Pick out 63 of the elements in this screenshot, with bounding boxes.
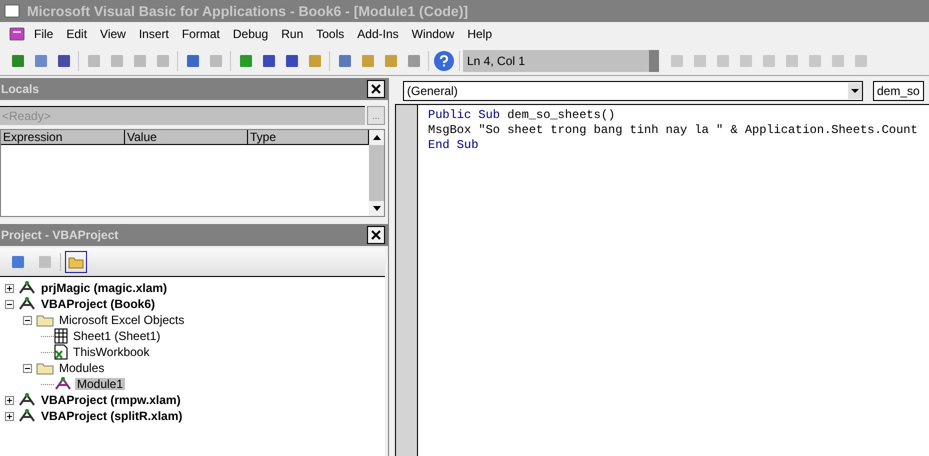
column-header[interactable]: Value <box>125 130 248 145</box>
tree-item[interactable]: Microsoft Excel Objects <box>57 314 186 326</box>
menu-item[interactable]: Help <box>462 24 497 44</box>
scrollbar[interactable] <box>369 130 384 216</box>
column-header[interactable]: Expression <box>1 130 125 145</box>
code-line: Public Sub dem_so_sheets() <box>428 108 616 123</box>
menu-item[interactable]: Run <box>276 24 308 44</box>
tree-item[interactable]: Modules <box>57 362 106 374</box>
component-icon <box>18 392 36 408</box>
close-icon <box>371 230 381 240</box>
menu-item[interactable]: Debug <box>228 24 274 44</box>
up-arrow-icon[interactable] <box>372 135 380 140</box>
collapse-toggle[interactable] <box>23 364 32 372</box>
expand-toggle[interactable] <box>5 284 14 292</box>
expand-toggle[interactable] <box>5 396 14 404</box>
menu-item[interactable]: Tools <box>311 24 350 44</box>
menu-item[interactable]: File <box>29 24 58 44</box>
down-arrow-icon[interactable] <box>372 206 380 211</box>
worksheet-icon <box>54 328 68 344</box>
close-button[interactable] <box>367 226 385 244</box>
close-icon <box>371 84 381 94</box>
component-icon <box>54 376 72 392</box>
menu-item[interactable]: View <box>95 24 131 44</box>
close-button[interactable] <box>367 80 385 98</box>
menu-item[interactable]: Add-Ins <box>352 24 404 44</box>
browse-button[interactable]: ... <box>367 106 385 124</box>
tree-item[interactable]: VBAProject (Book6) <box>39 298 158 310</box>
code-line: MsgBox "So sheet trong bang tinh nay la " & Application.Sheets.Count <box>428 123 918 138</box>
component-icon <box>18 296 36 312</box>
help-button[interactable] <box>434 50 454 70</box>
plus-icon <box>6 412 13 420</box>
tree-item[interactable]: Sheet1 (Sheet1) <box>71 330 162 342</box>
object-dropdown[interactable]: (General) <box>403 81 863 101</box>
folder-icon <box>36 361 54 375</box>
plus-icon <box>6 284 13 292</box>
tree-item[interactable]: Module1 <box>75 378 126 390</box>
tree-item[interactable]: VBAProject (rmpw.xlam) <box>39 394 183 406</box>
collapse-toggle[interactable] <box>23 316 32 324</box>
panel-title: Locals <box>0 81 40 98</box>
panel-title: Project - VBAProject <box>0 227 118 244</box>
folder-icon <box>68 256 84 268</box>
folder-icon <box>36 313 54 327</box>
workbook-icon <box>54 344 68 360</box>
cursor-position: Ln 4, Col 1 <box>463 50 649 72</box>
code-line: End Sub <box>428 138 480 153</box>
component-icon <box>18 280 36 296</box>
procedure-dropdown[interactable]: dem_so <box>873 81 924 101</box>
tree-item[interactable]: VBAProject (splitR.xlam) <box>39 410 184 422</box>
plus-icon <box>6 396 13 404</box>
collapse-toggle[interactable] <box>5 300 14 308</box>
component-icon <box>18 408 36 424</box>
menu-item[interactable]: Insert <box>134 24 174 44</box>
toggle-folders-button[interactable] <box>65 251 87 273</box>
expand-toggle[interactable] <box>5 412 14 420</box>
toolbar-options-button[interactable] <box>649 50 659 72</box>
tree-item[interactable]: ThisWorkbook <box>71 346 152 358</box>
menu-item[interactable]: Edit <box>61 24 92 44</box>
menu-item[interactable]: Format <box>176 24 225 44</box>
help-icon <box>439 54 449 66</box>
window-title: Microsoft Visual Basic for Applications - Book6 - [Module1 (Code)] <box>27 2 468 21</box>
menu-item[interactable]: Window <box>406 24 460 44</box>
app-icon <box>3 2 21 20</box>
tree-item[interactable]: prjMagic (magic.xlam) <box>39 282 170 294</box>
